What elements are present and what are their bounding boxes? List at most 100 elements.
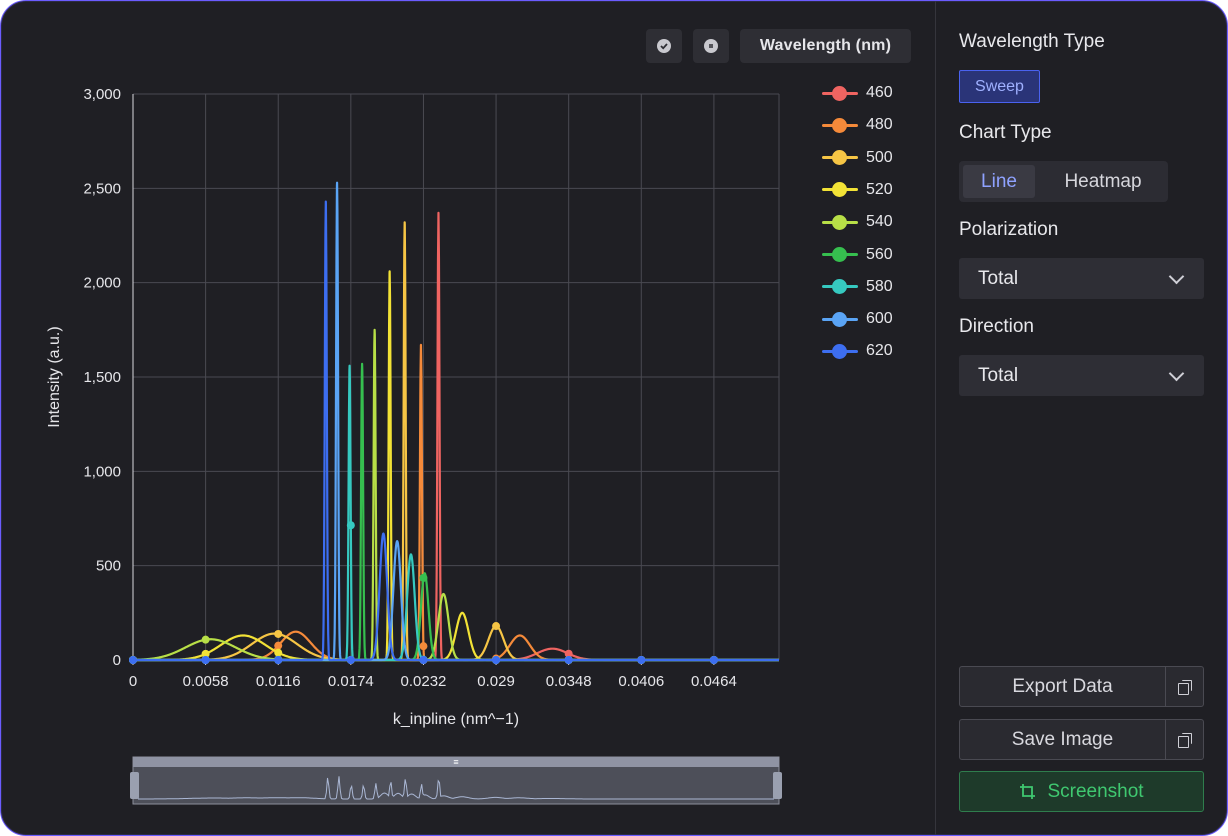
series-line-540[interactable] (132, 328, 780, 662)
legend-item-500[interactable]: 500 (822, 146, 922, 170)
legend-marker (832, 279, 847, 295)
legend-swatch (822, 117, 858, 133)
series-point-620[interactable] (129, 656, 137, 664)
legend-item-580[interactable]: 580 (822, 275, 922, 299)
series-line-580[interactable] (132, 364, 780, 662)
series-point-500[interactable] (492, 622, 501, 631)
x-tick-label: 0.0116 (256, 673, 301, 690)
y-tick-label: 2,500 (83, 180, 121, 197)
chart-ticks: 0 500 1,000 1,500 2,000 2,500 3,000 0 0.0058 0.01… (83, 86, 736, 690)
chart-series-layer (129, 181, 780, 664)
legend-item-460[interactable]: 460 (822, 81, 922, 105)
export-copy-button[interactable] (1165, 666, 1204, 707)
legend-marker (832, 117, 847, 133)
chevron-down-icon (1168, 365, 1185, 382)
legend-item-560[interactable]: 560 (822, 243, 922, 267)
save-copy-button[interactable] (1165, 719, 1204, 760)
legend-item-540[interactable]: 540 (822, 210, 922, 234)
sweep-button[interactable]: Sweep (959, 70, 1040, 103)
polarization-select[interactable]: Total (959, 258, 1204, 299)
y-tick-label: 1,500 (83, 369, 121, 386)
series-point-480[interactable] (419, 642, 428, 651)
wavelength-button[interactable]: Wavelength (nm) (740, 29, 911, 63)
check-circle-icon (657, 39, 671, 53)
series-point-540[interactable] (201, 635, 210, 644)
x-tick-label: 0.0058 (183, 673, 229, 690)
y-tick-label: 0 (113, 652, 121, 669)
polarization-label: Polarization (959, 219, 1059, 240)
legend-marker (832, 182, 847, 198)
y-tick-label: 1,000 (83, 463, 121, 480)
series-line-620[interactable] (132, 200, 780, 662)
series-point-620[interactable] (346, 656, 355, 664)
wavelength-type-label: Wavelength Type (959, 31, 1105, 52)
series-point-620[interactable] (637, 656, 646, 664)
series-point-580[interactable] (346, 521, 355, 530)
slider-left-handle[interactable] (130, 772, 139, 799)
legend-label: 540 (866, 213, 893, 231)
legend-marker (832, 311, 847, 327)
legend-item-520[interactable]: 520 (822, 178, 922, 202)
x-tick-label: 0.0174 (328, 673, 374, 690)
direction-select[interactable]: Total (959, 355, 1204, 396)
x-tick-label: 0.0348 (546, 673, 592, 690)
legend-item-600[interactable]: 600 (822, 307, 922, 331)
slider-handle-grip-icon[interactable]: ≡ (453, 757, 458, 767)
legend-swatch (822, 311, 858, 327)
export-data-button[interactable]: Export Data (959, 666, 1166, 707)
chevron-down-icon (1168, 268, 1185, 285)
slider-right-handle[interactable] (773, 772, 782, 799)
app-frame: 0 500 1,000 1,500 2,000 2,500 3,000 0 0.0058 0.01… (0, 0, 1228, 836)
chart-type-line-option[interactable]: Line (963, 165, 1035, 198)
series-point-500[interactable] (274, 629, 283, 638)
series-point-620[interactable] (419, 656, 428, 664)
series-line-560[interactable] (132, 362, 780, 662)
series-point-620[interactable] (201, 656, 210, 664)
series-point-560[interactable] (419, 573, 428, 582)
series-point-620[interactable] (274, 656, 283, 664)
y-tick-label: 500 (96, 558, 121, 575)
legend-label: 560 (866, 245, 893, 263)
chart-type-toggle: Line Heatmap (959, 161, 1168, 202)
sort-circle-icon (704, 39, 718, 53)
series-line-520[interactable] (132, 270, 780, 662)
y-tick-label: 3,000 (83, 86, 121, 103)
copy-icon (1177, 679, 1192, 695)
series-line-480[interactable] (132, 343, 780, 662)
x-tick-label: 0.0232 (401, 673, 447, 690)
check-toggle-button[interactable] (646, 29, 682, 63)
sort-toggle-button[interactable] (693, 29, 729, 63)
panel-divider (935, 1, 936, 835)
screenshot-button[interactable]: Screenshot (959, 771, 1204, 812)
copy-icon (1177, 732, 1192, 748)
series-point-620[interactable] (564, 656, 573, 664)
chart-type-heatmap-option[interactable]: Heatmap (1051, 165, 1155, 198)
x-tick-label: 0.0464 (691, 673, 737, 690)
series-point-480[interactable] (274, 641, 283, 650)
legend-label: 460 (866, 84, 893, 101)
series-point-620[interactable] (492, 656, 501, 664)
series-line-600[interactable] (132, 181, 780, 662)
legend-item-480[interactable]: 480 (822, 113, 922, 137)
series-line-460[interactable] (132, 211, 780, 662)
legend-swatch (822, 343, 858, 359)
data-zoom-slider[interactable]: ≡ (130, 756, 782, 805)
legend-label: 500 (866, 148, 893, 166)
x-tick-label: 0.0406 (618, 673, 664, 690)
legend-label: 600 (866, 310, 893, 328)
chart-area[interactable]: 0 500 1,000 1,500 2,000 2,500 3,000 0 0.0058 0.01… (1, 1, 935, 836)
legend-item-620[interactable]: 620 (822, 339, 922, 363)
series-point-620[interactable] (709, 656, 718, 664)
save-image-button[interactable]: Save Image (959, 719, 1166, 760)
legend-marker (832, 85, 847, 101)
crop-icon (1020, 783, 1036, 799)
legend-swatch (822, 247, 858, 262)
legend-swatch (822, 150, 858, 166)
x-tick-label: 0.029 (477, 673, 515, 690)
legend-marker (832, 247, 847, 262)
x-axis-label: k_inpline (nm^−1) (393, 711, 519, 728)
x-tick-label: 0 (129, 673, 137, 690)
series-line-500[interactable] (132, 221, 780, 662)
legend-marker (832, 343, 847, 359)
direction-label: Direction (959, 316, 1034, 337)
